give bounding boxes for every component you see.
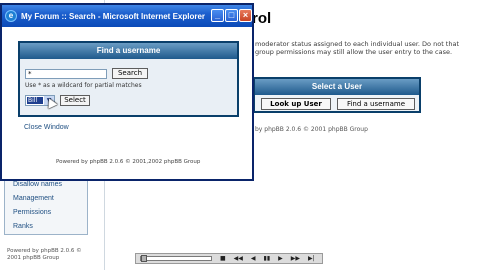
window-content: Find a username * Search Use * as a wild… [2,27,252,179]
page-powered-by: by phpBB 2.0.6 © 2001 phpBB Group [255,126,368,133]
popup-powered-by: Powered by phpBB 2.0.6 © 2001,2002 phpBB… [56,159,201,165]
minimize-button[interactable]: _ [211,9,224,22]
nav-link-ranks[interactable]: Ranks [13,223,33,230]
find-username-header: Find a username [20,43,237,59]
find-username-button[interactable]: Find a username [337,98,415,110]
media-controls-bar: ■ ◀◀ ◀ ▮▮ ▶ ▶▶ ▶| [135,253,323,264]
maximize-button[interactable]: □ [225,9,238,22]
page-title: rol [252,10,272,27]
window-title: My Forum :: Search - Microsoft Internet … [21,11,206,21]
select-button[interactable]: Select [60,95,90,106]
rewind-icon[interactable]: ◀◀ [234,255,243,262]
screen: Disallow names Management Permissions Ra… [0,0,480,270]
seek-thumb[interactable] [141,255,147,262]
search-button[interactable]: Search [112,68,148,79]
pause-icon[interactable]: ▮▮ [264,255,271,262]
page-description: moderator status assigned to each indivi… [255,40,460,56]
close-window-link[interactable]: Close Window [24,124,69,131]
stop-icon[interactable]: ■ [220,255,226,262]
left-nav-panel: Disallow names Management Permissions Ra… [4,175,88,235]
select-user-panel: Select a User Look up User Find a userna… [253,77,421,113]
nav-link-permissions[interactable]: Permissions [13,209,51,216]
step-back-icon[interactable]: ◀ [251,255,256,262]
username-search-input[interactable]: * [25,69,107,79]
selected-username: Bill [27,97,43,104]
nav-link-management[interactable]: Management [13,195,54,202]
seek-track[interactable] [140,255,212,262]
internet-explorer-icon: e [5,10,17,22]
select-user-header: Select a User [255,79,419,95]
fast-forward-icon[interactable]: ▶▶ [291,255,300,262]
wildcard-hint: Use * as a wildcard for partial matches [25,82,142,89]
find-username-panel: Find a username * Search Use * as a wild… [18,41,239,117]
look-up-user-button[interactable]: Look up User [261,98,331,110]
left-powered-by: Powered by phpBB 2.0.6 © 2001 phpBB Grou… [7,248,82,261]
play-icon[interactable]: ▶ [278,255,283,262]
nav-link-disallow-names[interactable]: Disallow names [13,181,62,188]
close-window-button[interactable]: × [239,9,252,22]
media-buttons: ■ ◀◀ ◀ ▮▮ ▶ ▶▶ ▶| [220,255,315,262]
window-titlebar[interactable]: e My Forum :: Search - Microsoft Interne… [2,5,252,27]
search-popup-window: e My Forum :: Search - Microsoft Interne… [0,3,254,181]
skip-end-icon[interactable]: ▶| [308,255,315,262]
